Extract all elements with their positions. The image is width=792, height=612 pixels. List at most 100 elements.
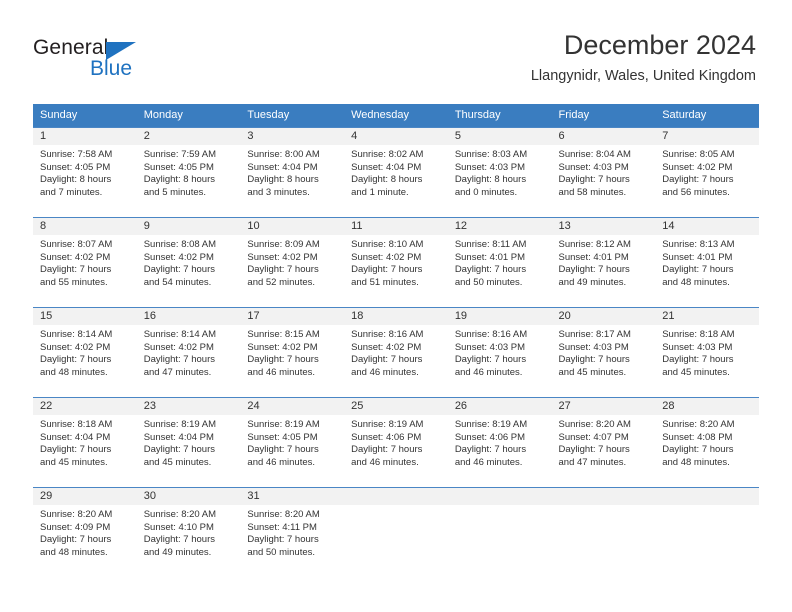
daylight-text-line2: and 0 minutes.: [454, 186, 518, 198]
day-cell[interactable]: 25 Sunrise: 8:19 AM Sunset: 4:06 PM Dayl…: [344, 398, 448, 487]
day-cell[interactable]: 22 Sunrise: 8:18 AM Sunset: 4:04 PM Dayl…: [33, 398, 137, 487]
sunrise-text: Sunrise: 8:03 AM: [454, 149, 528, 160]
day-details: Sunrise: 8:18 AM Sunset: 4:03 PM Dayligh…: [655, 325, 759, 379]
day-number: 1: [33, 128, 137, 145]
day-cell[interactable]: 16 Sunrise: 8:14 AM Sunset: 4:02 PM Dayl…: [136, 308, 241, 397]
day-cell[interactable]: 27 Sunrise: 8:20 AM Sunset: 4:07 PM Dayl…: [551, 398, 656, 487]
day-details: Sunrise: 8:19 AM Sunset: 4:04 PM Dayligh…: [137, 415, 241, 469]
day-cell[interactable]: 7 Sunrise: 8:05 AM Sunset: 4:02 PM Dayli…: [655, 128, 759, 217]
sunrise-text: Sunrise: 8:20 AM: [143, 509, 217, 520]
day-details: Sunrise: 8:20 AM Sunset: 4:09 PM Dayligh…: [33, 505, 137, 559]
day-cell[interactable]: 11 Sunrise: 8:10 AM Sunset: 4:02 PM Dayl…: [344, 218, 448, 307]
day-number: 9: [136, 218, 241, 235]
day-number: 14: [655, 218, 759, 235]
sunset-text: Sunset: 4:08 PM: [662, 431, 733, 443]
day-details: Sunrise: 8:02 AM Sunset: 4:04 PM Dayligh…: [344, 145, 448, 199]
sunrise-text: Sunrise: 8:19 AM: [247, 419, 320, 430]
day-cell[interactable]: 31 Sunrise: 8:20 AM Sunset: 4:11 PM Dayl…: [240, 488, 345, 576]
day-cell[interactable]: 3 Sunrise: 8:00 AM Sunset: 4:04 PM Dayli…: [240, 128, 345, 217]
daylight-text-line1: Daylight: 7 hours: [40, 354, 112, 366]
week-row: 29 Sunrise: 8:20 AM Sunset: 4:09 PM Dayl…: [33, 487, 759, 576]
day-cell[interactable]: 5 Sunrise: 8:03 AM Sunset: 4:03 PM Dayli…: [447, 128, 552, 217]
day-details: Sunrise: 7:58 AM Sunset: 4:05 PM Dayligh…: [33, 145, 137, 199]
daylight-text-line1: Daylight: 7 hours: [454, 354, 527, 366]
daylight-text-line1: Daylight: 7 hours: [40, 264, 112, 276]
day-number: 31: [240, 488, 345, 505]
general-blue-logo[interactable]: General Blue: [33, 36, 173, 86]
day-number: 20: [551, 308, 656, 325]
day-cell[interactable]: 9 Sunrise: 8:08 AM Sunset: 4:02 PM Dayli…: [136, 218, 241, 307]
day-cell[interactable]: 19 Sunrise: 8:16 AM Sunset: 4:03 PM Dayl…: [447, 308, 552, 397]
sunrise-text: Sunrise: 7:59 AM: [143, 149, 217, 160]
sunset-text: Sunset: 4:04 PM: [351, 161, 422, 173]
day-details: Sunrise: 8:07 AM Sunset: 4:02 PM Dayligh…: [33, 235, 137, 289]
day-cell[interactable]: 20 Sunrise: 8:17 AM Sunset: 4:03 PM Dayl…: [551, 308, 656, 397]
day-details: Sunrise: 8:17 AM Sunset: 4:03 PM Dayligh…: [552, 325, 656, 379]
day-cell[interactable]: 6 Sunrise: 8:04 AM Sunset: 4:03 PM Dayli…: [551, 128, 656, 217]
sunrise-text: Sunrise: 8:12 AM: [558, 239, 631, 250]
daylight-text-line1: Daylight: 7 hours: [247, 264, 319, 276]
daylight-text-line1: Daylight: 7 hours: [247, 354, 319, 366]
week-row: 15 Sunrise: 8:14 AM Sunset: 4:02 PM Dayl…: [33, 307, 759, 397]
sunset-text: Sunset: 4:02 PM: [351, 251, 422, 263]
day-number: 21: [655, 308, 759, 325]
sunset-text: Sunset: 4:02 PM: [662, 161, 733, 173]
daylight-text-line2: and 1 minute.: [351, 186, 409, 198]
day-cell[interactable]: 17 Sunrise: 8:15 AM Sunset: 4:02 PM Dayl…: [240, 308, 345, 397]
day-details: Sunrise: 8:20 AM Sunset: 4:08 PM Dayligh…: [655, 415, 759, 469]
day-number: 27: [551, 398, 656, 415]
sunrise-text: Sunrise: 7:58 AM: [40, 149, 113, 160]
sunset-text: Sunset: 4:02 PM: [351, 341, 422, 353]
day-cell[interactable]: 26 Sunrise: 8:19 AM Sunset: 4:06 PM Dayl…: [447, 398, 552, 487]
day-number: 10: [240, 218, 345, 235]
day-details: Sunrise: 8:19 AM Sunset: 4:06 PM Dayligh…: [344, 415, 448, 469]
day-number: 6: [551, 128, 656, 145]
day-cell[interactable]: 8 Sunrise: 8:07 AM Sunset: 4:02 PM Dayli…: [33, 218, 137, 307]
sunset-text: Sunset: 4:02 PM: [143, 251, 214, 263]
day-cell[interactable]: 14 Sunrise: 8:13 AM Sunset: 4:01 PM Dayl…: [655, 218, 759, 307]
day-cell[interactable]: 21 Sunrise: 8:18 AM Sunset: 4:03 PM Dayl…: [655, 308, 759, 397]
day-cell[interactable]: 4 Sunrise: 8:02 AM Sunset: 4:04 PM Dayli…: [344, 128, 448, 217]
week-row: 22 Sunrise: 8:18 AM Sunset: 4:04 PM Dayl…: [33, 397, 759, 487]
daylight-text-line2: and 50 minutes.: [247, 546, 316, 558]
day-cell[interactable]: 28 Sunrise: 8:20 AM Sunset: 4:08 PM Dayl…: [655, 398, 759, 487]
day-cell[interactable]: 15 Sunrise: 8:14 AM Sunset: 4:02 PM Dayl…: [33, 308, 137, 397]
sunrise-text: Sunrise: 8:11 AM: [454, 239, 527, 250]
sunset-text: Sunset: 4:02 PM: [40, 341, 111, 353]
day-details: Sunrise: 8:19 AM Sunset: 4:06 PM Dayligh…: [448, 415, 552, 469]
sunset-text: Sunset: 4:04 PM: [143, 431, 214, 443]
daylight-text-line2: and 49 minutes.: [558, 276, 627, 288]
day-cell[interactable]: 30 Sunrise: 8:20 AM Sunset: 4:10 PM Dayl…: [136, 488, 241, 576]
daylight-text-line2: and 45 minutes.: [40, 456, 108, 468]
day-cell[interactable]: 23 Sunrise: 8:19 AM Sunset: 4:04 PM Dayl…: [136, 398, 241, 487]
day-number: 13: [551, 218, 656, 235]
sunrise-text: Sunrise: 8:20 AM: [558, 419, 631, 430]
sunset-text: Sunset: 4:03 PM: [558, 341, 629, 353]
page-title: December 2024: [563, 30, 756, 60]
daylight-text-line1: Daylight: 8 hours: [247, 174, 319, 186]
sunset-text: Sunset: 4:05 PM: [247, 431, 318, 443]
sunrise-text: Sunrise: 8:02 AM: [351, 149, 424, 160]
sunrise-text: Sunrise: 8:16 AM: [454, 329, 528, 340]
day-number: 5: [447, 128, 552, 145]
day-details: Sunrise: 8:08 AM Sunset: 4:02 PM Dayligh…: [137, 235, 241, 289]
day-cell[interactable]: 1 Sunrise: 7:58 AM Sunset: 4:05 PM Dayli…: [33, 128, 137, 217]
day-number: 7: [655, 128, 759, 145]
day-number: 12: [447, 218, 552, 235]
daylight-text-line2: and 45 minutes.: [143, 456, 212, 468]
day-cell[interactable]: 2 Sunrise: 7:59 AM Sunset: 4:05 PM Dayli…: [136, 128, 241, 217]
sunset-text: Sunset: 4:02 PM: [247, 341, 318, 353]
day-cell[interactable]: 10 Sunrise: 8:09 AM Sunset: 4:02 PM Dayl…: [240, 218, 345, 307]
day-cell[interactable]: 12 Sunrise: 8:11 AM Sunset: 4:01 PM Dayl…: [447, 218, 552, 307]
day-number: 23: [136, 398, 241, 415]
sunrise-text: Sunrise: 8:20 AM: [40, 509, 113, 520]
day-cell[interactable]: 13 Sunrise: 8:12 AM Sunset: 4:01 PM Dayl…: [551, 218, 656, 307]
sunset-text: Sunset: 4:03 PM: [662, 341, 733, 353]
weekday-header-thursday: Thursday: [454, 109, 501, 121]
sunrise-text: Sunrise: 8:00 AM: [247, 149, 320, 160]
day-cell[interactable]: 18 Sunrise: 8:16 AM Sunset: 4:02 PM Dayl…: [344, 308, 448, 397]
day-cell[interactable]: 29 Sunrise: 8:20 AM Sunset: 4:09 PM Dayl…: [33, 488, 137, 576]
sunrise-text: Sunrise: 8:16 AM: [351, 329, 424, 340]
day-cell[interactable]: 24 Sunrise: 8:19 AM Sunset: 4:05 PM Dayl…: [240, 398, 345, 487]
day-details: Sunrise: 8:00 AM Sunset: 4:04 PM Dayligh…: [240, 145, 344, 199]
